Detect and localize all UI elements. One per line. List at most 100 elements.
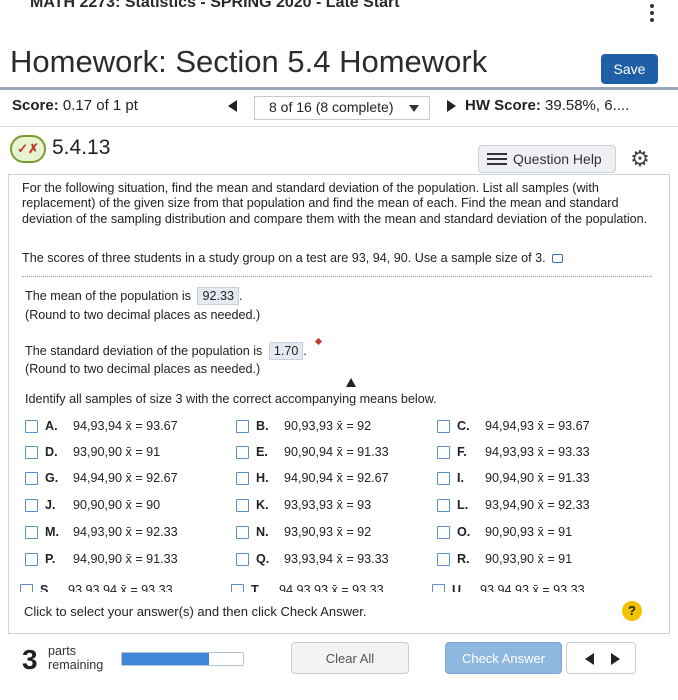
checkbox[interactable] [437,472,450,485]
option-letter: O. [457,525,471,539]
clear-all-button[interactable]: Clear All [291,642,409,674]
parts-label-text: parts remaining [48,644,104,672]
check-answer-button[interactable]: Check Answer [445,642,562,674]
homework-header: Homework: Section 5.4 Homework [0,30,678,90]
question-help-label: Question Help [513,151,602,167]
option-text: 90,90,93 x̄ = 91 [485,525,573,539]
option-letter: K. [256,498,269,512]
footer-bar: 3 parts remaining Clear All Check Answer [0,636,678,700]
checkbox[interactable] [25,553,38,566]
question-prompt: For the following situation, find the me… [22,181,648,226]
option-text: 94,90,90 x̄ = 91.33 [73,552,178,566]
sd-prefix: The standard deviation of the population… [25,344,263,358]
option-letter: C. [457,419,470,433]
checkbox[interactable] [25,472,38,485]
checkbox[interactable] [437,526,450,539]
sample-option[interactable]: I. 90,94,90 x̄ = 91.33 [437,470,637,488]
sample-option[interactable]: H. 94,90,94 x̄ = 92.67 [236,470,436,488]
sample-option[interactable]: U. 93,94,93 x̄ = 93.33 [432,582,632,592]
mean-note: (Round to two decimal places as needed.) [25,308,261,322]
checkbox[interactable] [236,446,249,459]
help-icon[interactable]: ? [622,601,642,621]
copy-data-icon[interactable] [551,254,563,264]
next-question-icon[interactable] [447,100,456,112]
sample-option[interactable]: F. 94,93,93 x̄ = 93.33 [437,444,637,462]
course-title: MATH 2273: Statistics - SPRING 2020 - La… [30,0,400,11]
option-text: 93,93,94 x̄ = 93.33 [68,583,173,592]
sd-answer-box[interactable]: 1.70 [268,342,304,360]
more-options-icon[interactable] [646,4,658,26]
samples-instruction: Identify all samples of size 3 with the … [25,392,437,406]
previous-arrow-icon[interactable] [585,653,594,665]
option-text: 90,94,90 x̄ = 91.33 [485,471,590,485]
checkbox[interactable] [236,420,249,433]
checkbox[interactable] [25,420,38,433]
checkbox[interactable] [236,499,249,512]
mean-suffix: . [238,289,243,303]
option-text: 93,93,94 x̄ = 93.33 [284,552,389,566]
option-letter: T. [251,583,261,592]
option-text: 93,90,90 x̄ = 91 [73,445,161,459]
sample-option[interactable]: A. 94,93,94 x̄ = 93.67 [25,418,225,436]
checkbox[interactable] [437,499,450,512]
option-text: 93,94,93 x̄ = 93.33 [480,583,585,592]
gear-icon[interactable]: ⚙ [628,147,652,171]
checkbox[interactable] [437,553,450,566]
checkbox[interactable] [25,526,38,539]
option-text: 93,93,93 x̄ = 93 [284,498,372,512]
mean-answer-line: The mean of the population is 92.33. [25,287,242,305]
sample-option[interactable]: C. 94,94,93 x̄ = 93.67 [437,418,637,436]
sample-option[interactable]: R. 90,93,90 x̄ = 91 [437,551,637,569]
parts-label: parts remaining [48,644,110,672]
page-title: Homework: Section 5.4 Homework [10,44,488,79]
checkbox[interactable] [231,584,244,592]
checkbox[interactable] [437,420,450,433]
sample-option[interactable]: D. 93,90,90 x̄ = 91 [25,444,225,462]
chevron-down-icon [409,105,419,112]
sample-option[interactable]: J. 90,90,90 x̄ = 90 [25,497,225,515]
sample-option[interactable]: E. 90,90,94 x̄ = 91.33 [236,444,436,462]
parts-progress-bar [121,652,244,666]
sample-option[interactable]: Q. 93,93,94 x̄ = 93.33 [236,551,436,569]
option-letter: I. [457,471,464,485]
sample-option[interactable]: L. 93,94,90 x̄ = 92.33 [437,497,637,515]
option-text: 94,93,93 x̄ = 93.33 [279,583,384,592]
mean-answer-box[interactable]: 92.33 [197,287,239,305]
checkbox[interactable] [25,446,38,459]
click-instruction: Click to select your answer(s) and then … [24,604,367,619]
checkbox[interactable] [236,553,249,566]
checkbox[interactable] [25,499,38,512]
list-icon [487,153,507,166]
sample-option[interactable]: S. 93,93,94 x̄ = 93.33 [20,582,220,592]
save-button[interactable]: Save [601,54,658,84]
checkbox[interactable] [20,584,33,592]
sample-option[interactable]: G. 94,94,90 x̄ = 92.67 [25,470,225,488]
question-help-button[interactable]: Question Help [478,145,616,173]
course-strip: MATH 2273: Statistics - SPRING 2020 - La… [0,0,678,22]
sample-option[interactable]: M. 94,93,90 x̄ = 92.33 [25,524,225,542]
option-letter: M. [45,525,59,539]
previous-question-icon[interactable] [228,100,237,112]
sample-option[interactable]: B. 90,93,93 x̄ = 92 [236,418,436,436]
option-letter: L. [457,498,469,512]
sample-option[interactable]: N. 93,90,93 x̄ = 92 [236,524,436,542]
option-text: 94,90,94 x̄ = 92.67 [284,471,389,485]
checkbox[interactable] [236,526,249,539]
sample-option[interactable]: T. 94,93,93 x̄ = 93.33 [231,582,431,592]
checkbox[interactable] [432,584,445,592]
sample-option[interactable]: O. 90,90,93 x̄ = 91 [437,524,637,542]
question-selector[interactable]: 8 of 16 (8 complete) [254,96,430,120]
sample-option[interactable]: K. 93,93,93 x̄ = 93 [236,497,436,515]
option-text: 94,93,90 x̄ = 92.33 [73,525,178,539]
hw-score-value: 39.58%, 6.... [545,97,630,114]
score-label: Score: [12,97,59,114]
option-text: 94,93,93 x̄ = 93.33 [485,445,590,459]
scores-text: The scores of three students in a study … [22,251,546,265]
option-text: 94,93,94 x̄ = 93.67 [73,419,178,433]
sample-option[interactable]: P. 94,90,90 x̄ = 91.33 [25,551,225,569]
option-letter: N. [256,525,269,539]
option-text: 93,90,93 x̄ = 92 [284,525,372,539]
checkbox[interactable] [437,446,450,459]
checkbox[interactable] [236,472,249,485]
next-arrow-icon[interactable] [611,653,620,665]
